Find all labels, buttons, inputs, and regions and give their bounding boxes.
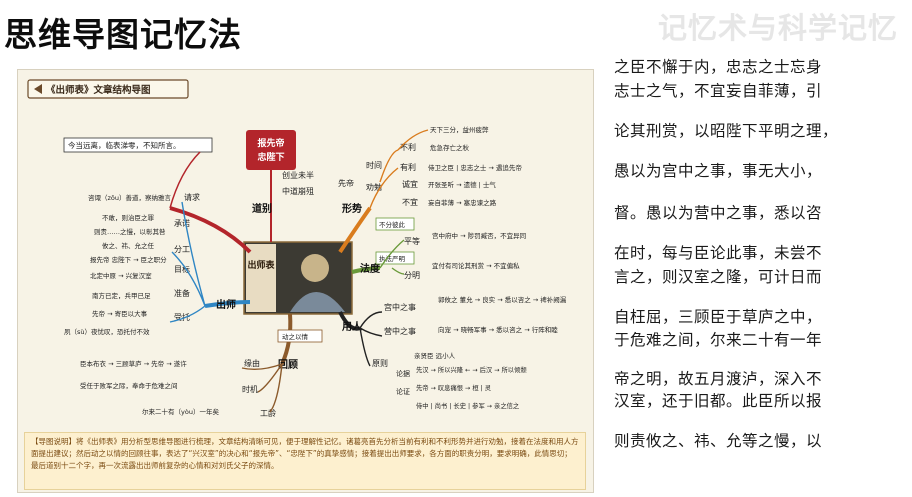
center-badge-line2: 忠陛下 <box>257 151 284 163</box>
node-yingzhong: 营中之事 <box>384 326 416 336</box>
passage-line: 汉室，还于旧都。此臣所以报 <box>614 392 823 410</box>
node-tianxia: 天下三分，益州疲弊 <box>430 125 489 134</box>
mindmap-caption: 【导图说明】将《出师表》用分析型思维导图进行梳理，文章结构清晰可见，便于理解性记… <box>24 432 586 490</box>
node-lunzheng: 论据 <box>396 369 410 378</box>
node-zhongdao: 中道崩殂 <box>282 186 314 196</box>
passage-line: 于危难之间，尔来二十有一年 <box>614 331 823 349</box>
node-pingdeng: 平等 <box>404 236 420 246</box>
node-quanjian: 劝勉 <box>366 182 382 192</box>
node-bufen: 不分彼此 <box>379 220 406 229</box>
node-xianhan: 先汉 → 所以兴隆 ← → 后汉 → 所以倾颓 <box>416 365 527 374</box>
node-yousi: 宜付有司论其刑赏 → 不宜偏私 <box>432 261 520 270</box>
node-weiji: 危急存亡之秋 <box>430 143 470 152</box>
node-lunzheng2: 论证 <box>396 387 410 396</box>
node-xiangchong: 向宠 → 晓畅军事 → 悉以咨之 → 行阵和睦 <box>438 325 558 334</box>
mindmap-header: 《出师表》文章结构导图 <box>46 84 151 96</box>
node-zhifa: 执法严明 <box>379 254 406 263</box>
portrait-label-panel <box>246 244 276 312</box>
node-beiding: 北定中原 → 兴复汉室 <box>90 271 152 280</box>
node-nanfang: 南方已定，兵甲已足 <box>92 291 151 300</box>
mindmap-card: 《出师表》文章结构导图 出师表 报先帝 忠陛下 道别 形势 法度 用人 出师 回… <box>17 69 594 493</box>
portrait-caption: 出师表 <box>247 259 275 271</box>
node-shiji: 时机 <box>242 384 258 394</box>
line-yongren <box>359 311 383 367</box>
node-fengong: 分工 <box>174 245 190 254</box>
node-zhunbei: 准备 <box>174 288 190 298</box>
node-yuanyou: 缘由 <box>244 358 260 368</box>
passage-line: 论其刑赏，以昭陛下平明之理， <box>614 122 839 140</box>
center-badge <box>246 130 296 170</box>
passage-line: 之臣不懈于内，忠志之士忘身 <box>614 58 823 76</box>
node-shiwei: 侍卫之臣 | 忠志之士 → 遇追先帝 <box>428 163 522 172</box>
node-shouren: 受任于败军之际，奉命于危难之间 <box>80 381 178 390</box>
node-buli: 不利 <box>400 142 416 152</box>
passage-line: 帝之明，故五月渡泸，深入不 <box>614 370 823 388</box>
node-shijian: 时间 <box>366 160 382 170</box>
branch-yongren: 用人 <box>341 320 363 333</box>
node-gongling: 工龄 <box>260 408 276 418</box>
branch-daobie: 道别 <box>252 202 272 215</box>
node-shizhong: 侍中 | 尚书 | 长史 | 参军 → 亲之信之 <box>416 401 520 410</box>
node-gongzhong: 宫中府中 → 陟罚臧否，不宜异同 <box>432 231 526 240</box>
portrait-face <box>301 254 329 282</box>
node-xiandi-ji: 先帝 → 寄臣以大事 <box>92 309 148 318</box>
passage-line: 督。愚以为营中之事，悉以咨 <box>614 204 823 222</box>
node-dongzhi: 动之以情 <box>282 332 309 341</box>
node-guoyun: 郭攸之 董允 → 良实 → 悉以咨之 → 裨补阙漏 <box>438 295 567 304</box>
node-yuanze: 原则 <box>372 358 388 368</box>
passage-line: 则责攸之、祎、允等之慢，以 <box>614 432 823 450</box>
node-zeyou: 则责……之慢，以彰其咎 <box>94 227 166 236</box>
passage-line: 言之，则汉室之隆，可计日而 <box>614 268 823 286</box>
node-xiandi-lun: 先帝 → 叹息痛恨 → 桓 | 灵 <box>416 383 492 392</box>
mindmap-diagram: 《出师表》文章结构导图 出师表 报先帝 忠陛下 道别 形势 法度 用人 出师 回… <box>27 79 567 418</box>
passage-line: 自枉屈，三顾臣于草庐之中， <box>614 308 823 326</box>
node-chengyi: 诚宜 <box>402 179 418 189</box>
center-badge-line1: 报先帝 <box>257 137 284 149</box>
node-chengnuo: 承诺 <box>174 218 190 228</box>
passage-line: 志士之气，不宜妄自菲薄，引 <box>614 82 823 100</box>
branch-chushi: 出师 <box>216 298 236 311</box>
node-zixun: 咨诹（zōu）善道，察纳雅言 <box>88 193 172 202</box>
passage-text: 之臣不懈于内，忠志之士忘身 志士之气，不宜妄自菲薄，引 论其刑赏，以昭陛下平明之… <box>614 55 908 455</box>
branch-xingshi: 形势 <box>342 202 362 215</box>
node-suye: 夙（sù）夜忧叹，恐托付不效 <box>64 327 150 336</box>
node-chuangye: 创业未半 <box>282 170 314 180</box>
node-bugu: 不敢，则治臣之罪 <box>102 213 155 222</box>
node-gongzhong-shi: 宫中之事 <box>384 302 416 312</box>
watermark: 记忆术与科学记忆 <box>657 11 898 45</box>
node-you-yi: 攸之、祎、允之任 <box>102 241 155 250</box>
node-jin-dang: 今当远离，临表涕零，不知所言。 <box>68 140 181 150</box>
node-wangzi: 妄自菲薄 → 塞忠谏之路 <box>428 198 497 207</box>
node-youli: 有利 <box>400 162 416 172</box>
page-title: 思维导图记忆法 <box>4 15 242 54</box>
node-xiandi: 先帝 <box>338 178 354 188</box>
node-chenben: 臣本布衣 → 三顾草庐 → 先帝 → 遂许 <box>80 359 187 368</box>
passage-line: 愚以为宫中之事，事无大小， <box>614 162 823 180</box>
node-qingqiu: 请求 <box>184 192 200 202</box>
node-kaizhang: 开张圣听 → 遗德 | 士气 <box>428 180 496 189</box>
node-fenming: 分明 <box>404 271 420 280</box>
node-erlai: 尔来二十有（yòu）一年矣 <box>142 407 219 416</box>
node-buyi: 不宜 <box>402 197 418 207</box>
node-qinxian: 亲贤臣 远小人 <box>414 351 456 360</box>
passage-line: 在时，每与臣论此事，未尝不 <box>614 244 823 262</box>
node-baoxiandi: 报先帝 忠陛下 → 臣之职分 <box>90 255 167 264</box>
